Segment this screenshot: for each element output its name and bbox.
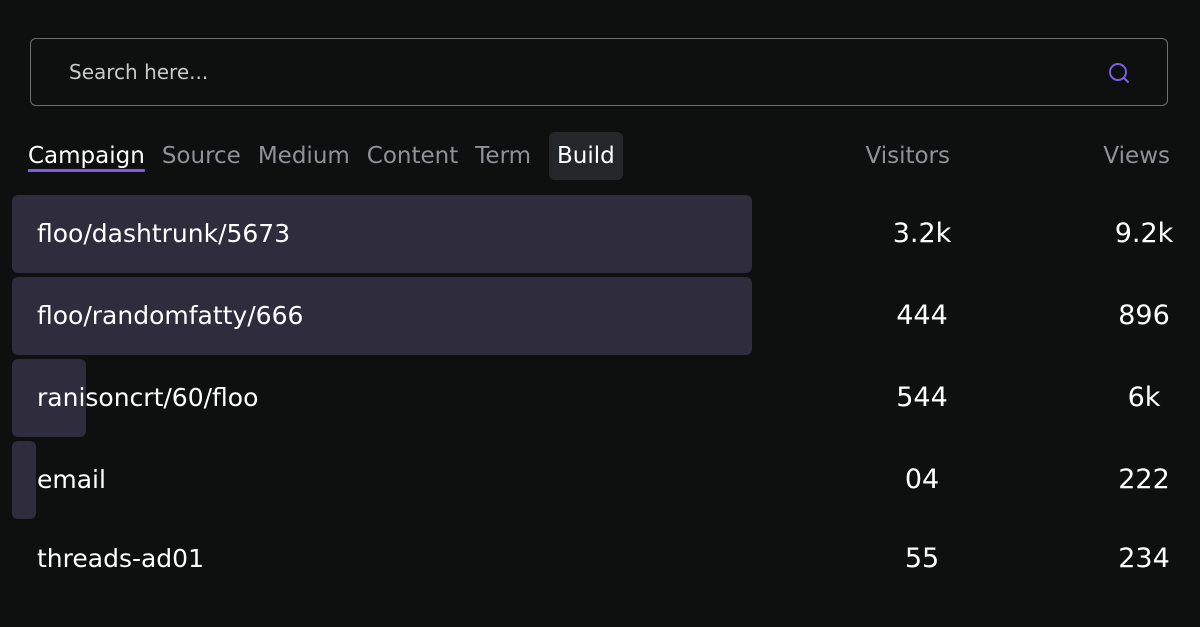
tab-source[interactable]: Source	[162, 132, 241, 180]
tab-bar: Campaign Source Medium Content Term Buil…	[28, 132, 640, 180]
table-row[interactable]: threads-ad01 55 234	[0, 520, 1200, 598]
tab-build[interactable]: Build	[549, 132, 623, 180]
table-row[interactable]: floo/dashtrunk/5673 3.2k 9.2k	[0, 195, 1200, 273]
row-label: floo/dashtrunk/5673	[37, 219, 291, 248]
views-column-header[interactable]: Views	[1103, 132, 1170, 180]
share-bar	[12, 441, 36, 519]
tab-content[interactable]: Content	[367, 132, 458, 180]
tab-campaign[interactable]: Campaign	[28, 132, 145, 180]
row-views: 6k	[1127, 382, 1161, 413]
row-visitors: 444	[896, 300, 948, 331]
table-row[interactable]: email 04 222	[0, 441, 1200, 519]
tab-medium[interactable]: Medium	[258, 132, 350, 180]
search-icon[interactable]	[1107, 61, 1131, 85]
row-views: 896	[1118, 300, 1170, 331]
row-label: floo/randomfatty/666	[37, 301, 304, 330]
row-visitors: 3.2k	[892, 218, 952, 249]
row-views: 9.2k	[1114, 218, 1174, 249]
row-label: email	[37, 465, 106, 494]
table-row[interactable]: floo/randomfatty/666 444 896	[0, 277, 1200, 355]
row-visitors: 55	[904, 543, 940, 574]
tab-term[interactable]: Term	[475, 132, 531, 180]
row-views: 222	[1118, 464, 1170, 495]
search-box[interactable]	[30, 38, 1168, 106]
row-visitors: 04	[904, 464, 940, 495]
row-label: threads-ad01	[37, 544, 204, 573]
visitors-column-header[interactable]: Visitors	[865, 132, 950, 180]
search-input[interactable]	[69, 39, 1069, 105]
row-views: 234	[1118, 543, 1170, 574]
row-visitors: 544	[896, 382, 948, 413]
row-label: ranisoncrt/60/floo	[37, 383, 259, 412]
table-row[interactable]: ranisoncrt/60/floo 544 6k	[0, 359, 1200, 437]
